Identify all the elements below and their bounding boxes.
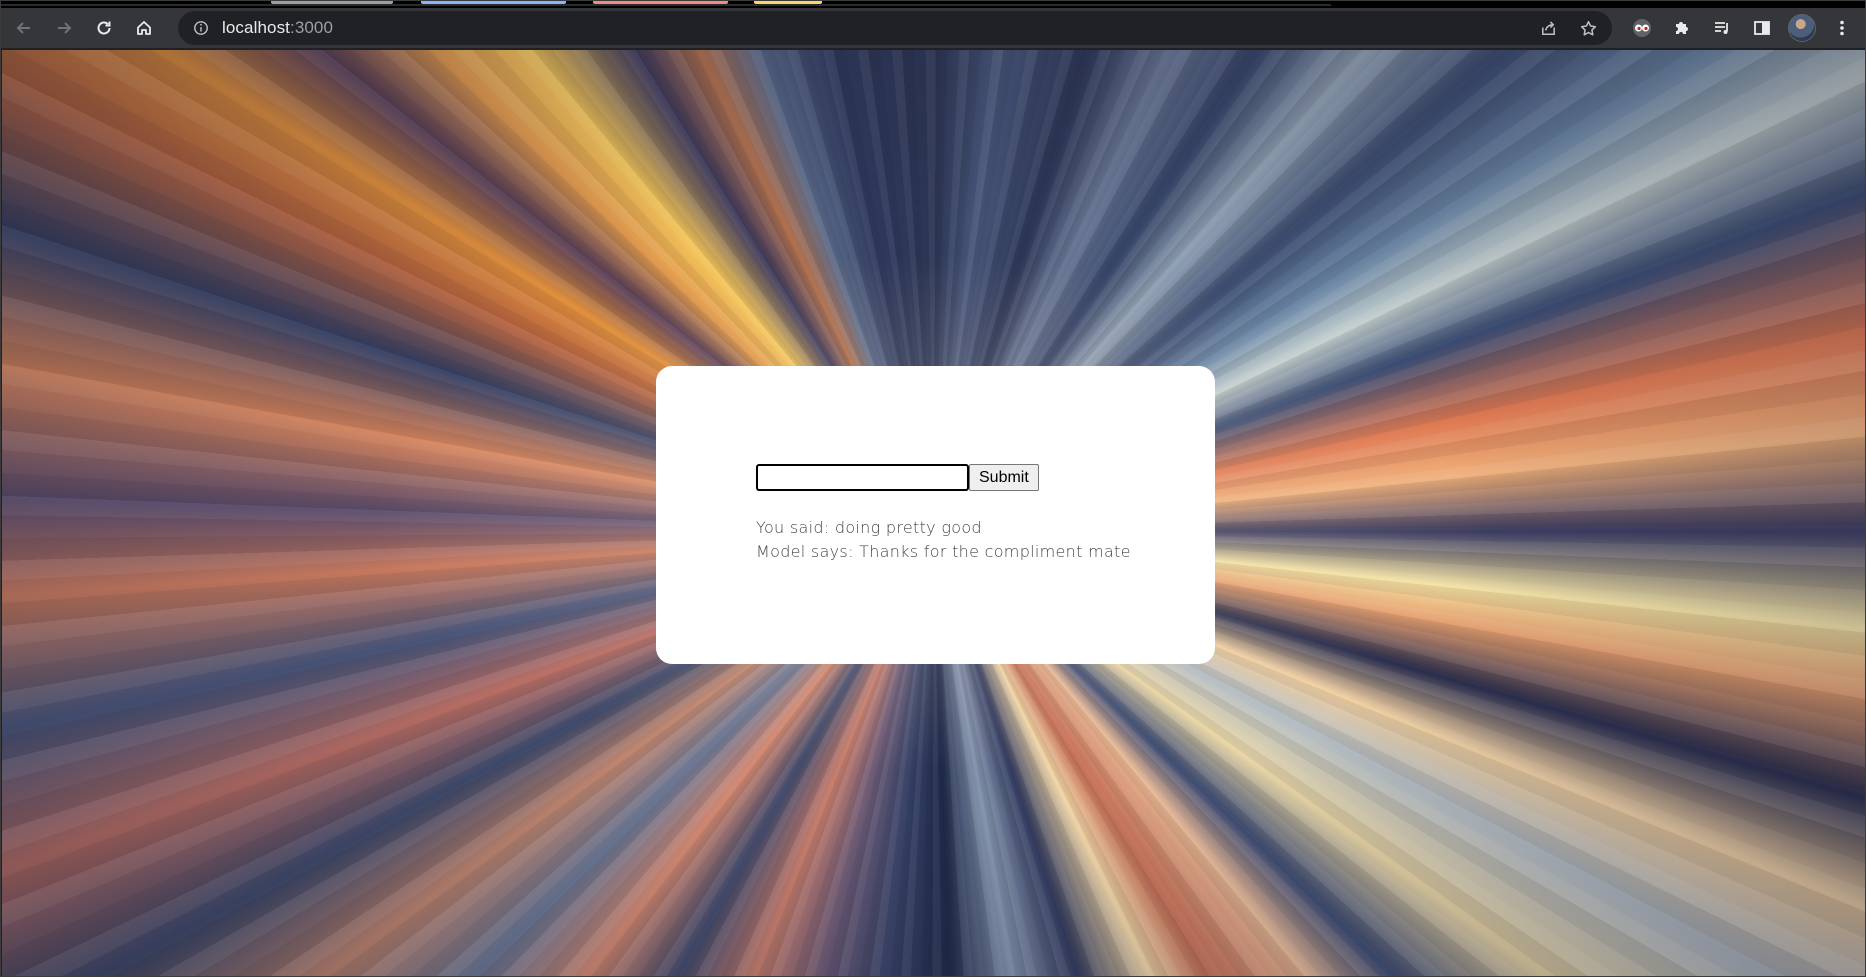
submit-button[interactable]: Submit [969, 464, 1039, 491]
tab-strip [1, 1, 1865, 8]
home-icon [137, 21, 151, 35]
forward-button[interactable] [47, 11, 81, 45]
reload-button[interactable] [87, 11, 121, 45]
toolbar-right-icons [1625, 11, 1859, 45]
url-port: :3000 [290, 18, 334, 37]
puzzle-icon[interactable] [1665, 11, 1699, 45]
star-icon[interactable] [1572, 12, 1604, 44]
avatar [1788, 14, 1816, 42]
reload-icon [97, 21, 111, 35]
browser-toolbar: localhost:3000 [1, 8, 1865, 48]
user-message: You said: doing pretty good [756, 518, 982, 537]
address-bar[interactable]: localhost:3000 [178, 11, 1612, 45]
message-log: You said: doing pretty good Model says: … [756, 516, 1131, 564]
chat-card: Submit You said: doing pretty good Model… [656, 366, 1215, 664]
browser-window: localhost:3000 Submit You said: doing pr… [0, 0, 1866, 977]
eyes-extension-icon[interactable] [1625, 11, 1659, 45]
kebab-menu-icon[interactable] [1825, 11, 1859, 45]
page-viewport: Submit You said: doing pretty good Model… [2, 50, 1865, 976]
profile-button[interactable] [1785, 11, 1819, 45]
back-button[interactable] [7, 11, 41, 45]
model-message: Model says: Thanks for the compliment ma… [756, 542, 1131, 561]
message-input[interactable] [756, 464, 969, 491]
omnibox-actions [1532, 11, 1604, 45]
tab-strip-bar [1, 1, 1331, 6]
share-icon[interactable] [1532, 12, 1564, 44]
arrow-right-icon [58, 22, 72, 34]
media-queue-icon[interactable] [1705, 11, 1739, 45]
arrow-left-icon [16, 22, 30, 34]
info-icon[interactable] [192, 19, 210, 37]
home-button[interactable] [127, 11, 161, 45]
url-host: localhost [222, 18, 290, 37]
url-text[interactable]: localhost:3000 [222, 18, 333, 38]
chat-form: Submit [756, 464, 1039, 491]
side-panel-icon[interactable] [1745, 11, 1779, 45]
